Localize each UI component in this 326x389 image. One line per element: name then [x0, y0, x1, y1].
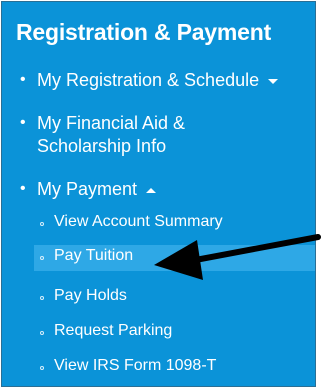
bullet-icon	[40, 222, 44, 226]
menu-item-my-payment[interactable]: • My Payment	[2, 178, 312, 200]
submenu-item-label: View IRS Form 1098-T	[54, 357, 217, 374]
bullet-icon: •	[20, 114, 26, 131]
menu-item-label: My Registration & Schedule	[37, 70, 260, 90]
bullet-icon	[40, 256, 44, 260]
chevron-up-icon[interactable]	[146, 187, 157, 193]
bullet-icon: •	[20, 180, 26, 197]
submenu-item-view-irs-form-1098t[interactable]: View IRS Form 1098-T	[2, 355, 312, 379]
submenu-item-label: Pay Tuition	[54, 247, 134, 264]
bullet-icon	[40, 331, 44, 335]
menu-item-label-line-2: Scholarship Info	[37, 136, 167, 156]
submenu-item-label: Request Parking	[54, 322, 173, 339]
menu-title: Registration & Payment	[16, 19, 272, 45]
menu-item-my-financial-aid-scholarship-info[interactable]: • My Financial Aid & Scholarship Info	[2, 112, 312, 158]
chevron-down-icon[interactable]	[268, 78, 279, 84]
menu-item-label: My Payment	[37, 179, 138, 199]
registration-payment-menu: Registration & Payment • My Registration…	[1, 1, 316, 387]
submenu-item-label: Pay Holds	[54, 287, 127, 304]
submenu-item-pay-holds[interactable]: Pay Holds	[2, 285, 312, 309]
submenu-item-request-parking[interactable]: Request Parking	[2, 320, 312, 344]
bullet-icon	[40, 296, 44, 300]
submenu-item-pay-tuition[interactable]: Pay Tuition	[34, 245, 315, 271]
menu-item-my-registration-schedule[interactable]: • My Registration & Schedule	[2, 69, 312, 91]
bullet-icon	[40, 366, 44, 370]
bullet-icon: •	[20, 71, 26, 88]
submenu-item-label: View Account Summary	[54, 213, 223, 230]
menu-item-label-line-1: My Financial Aid &	[37, 113, 186, 133]
submenu-item-view-account-summary[interactable]: View Account Summary	[2, 211, 312, 235]
